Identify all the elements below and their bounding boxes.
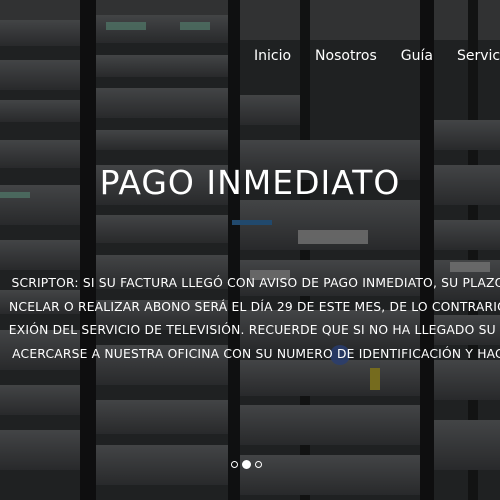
nav-nosotros[interactable]: Nosotros <box>315 48 377 64</box>
hero-banner: Inicio Nosotros Guía Servicios PAGO INME… <box>0 0 500 500</box>
notice-line: EXIÓN DEL SERVICIO DE TELEVISIÓN. RECUER… <box>8 323 500 337</box>
nav-servicios[interactable]: Servicios <box>457 48 500 64</box>
payment-notice-text: SCRIPTOR: SI SU FACTURA LLEGÓ CON AVISO … <box>0 272 500 366</box>
carousel-dot-3[interactable] <box>255 461 262 468</box>
carousel-indicators <box>231 460 262 469</box>
dark-overlay <box>0 0 500 500</box>
carousel-dot-2[interactable] <box>242 460 251 469</box>
main-nav: Inicio Nosotros Guía Servicios <box>254 48 500 64</box>
notice-line: ACERCARSE A NUESTRA OFICINA CON SU NUMER… <box>12 346 500 361</box>
carousel-dot-1[interactable] <box>231 461 238 468</box>
nav-guia[interactable]: Guía <box>401 48 433 64</box>
nav-inicio[interactable]: Inicio <box>254 48 291 64</box>
notice-line: SCRIPTOR: SI SU FACTURA LLEGÓ CON AVISO … <box>11 276 500 290</box>
hero-title: PAGO INMEDIATO <box>99 163 401 202</box>
notice-line: NCELAR O REALIZAR ABONO SERÁ EL DÍA 29 D… <box>9 299 500 314</box>
